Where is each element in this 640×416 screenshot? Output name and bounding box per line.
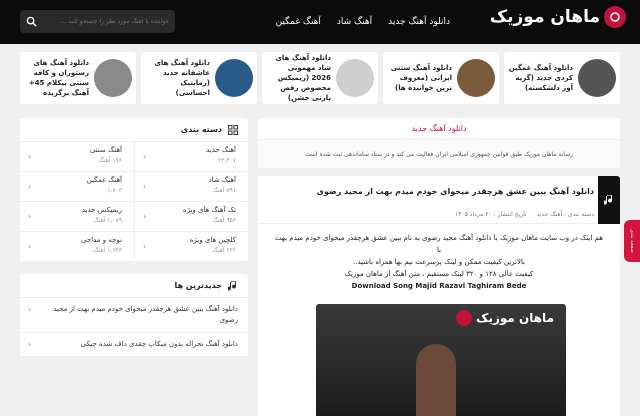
chevron-left-icon: ‹ [143, 212, 147, 221]
chevron-left-icon: ‹ [28, 242, 32, 251]
section-title: دانلود آهنگ جدید [258, 118, 620, 140]
singer-figure [416, 344, 456, 416]
featured-card[interactable]: دانلود آهنگ غمگین کردی جدید (گریه آور دل… [504, 52, 620, 104]
featured-thumb [578, 59, 616, 97]
category-count: ۸۹۱ آهنگ [212, 187, 236, 194]
chevron-left-icon: ‹ [28, 182, 32, 191]
category-name: ریمیکس جدید [81, 206, 122, 214]
search-box [20, 10, 175, 33]
chevron-left-icon: ‹ [28, 212, 32, 221]
featured-thumb [215, 59, 253, 97]
category-count: ۱,۰۸۹ آهنگ [93, 217, 122, 224]
category-count: ۲۳۶ آهنگ [212, 247, 236, 254]
categories-header: دسته بندی [20, 118, 248, 142]
category-count: ۱۷۶ آهنگ [98, 157, 122, 164]
main-nav: دانلود آهنگ جدید آهنگ شاد آهنگ غمگین [276, 0, 450, 44]
music-note-icon [228, 280, 237, 291]
category-item[interactable]: آهنگ سنتی ۱۷۶ آهنگ ‹ [20, 142, 134, 172]
featured-card[interactable]: دانلود آهنگ های شاد مهمونی 2026 (ریمیکس … [262, 52, 378, 104]
post-body: هم اینک در وب سایت ماهان موزیک با دانلود… [258, 224, 620, 292]
search-button[interactable] [20, 10, 42, 33]
category-count: ۱,۶۴۳ آهنگ [93, 247, 122, 254]
category-item[interactable]: کلچین های ویژه ۲۳۶ آهنگ ‹ [134, 232, 248, 262]
categories-grid: آهنگ جدید ۲۳,۲۰۷ ‹ آهنگ سنتی ۱۷۶ آهنگ ‹ آهنگ… [20, 142, 248, 262]
search-input[interactable] [42, 10, 175, 33]
featured-strip: دانلود آهنگ غمگین کردی جدید (گریه آور دل… [20, 52, 620, 104]
logo-mark-icon [604, 6, 626, 28]
category-name: تک آهنگ های ویژه [182, 206, 236, 214]
category-item[interactable]: تک آهنگ های ویژه ۹۵۶ آهنگ ‹ [134, 202, 248, 232]
grid-icon [228, 124, 238, 135]
category-name: کلچین های ویژه [189, 236, 236, 244]
logo-text: ماهان موزیک [489, 7, 600, 27]
featured-title: دانلود آهنگ غمگین کردی جدید (گریه آور دل… [508, 64, 573, 92]
latest-item[interactable]: دانلود آهنگ تجراله بدون میکاپ چقدی داف ش… [20, 333, 248, 357]
category-item[interactable]: آهنگ شاد ۸۹۱ آهنگ ‹ [134, 172, 248, 202]
latest-item-title: دانلود آهنگ ببین عشق هرچقدر میخوای خودم … [53, 305, 238, 324]
post-line: بالاترین کیفیت ممکن و لینک پرسرعت نیم به… [352, 258, 526, 266]
post-card: دانلود آهنگ ببین عشق هرچقدر میخوای خودم … [258, 176, 620, 416]
featured-card[interactable]: دانلود آهنگ های رستوران و کافه سنتی بیکل… [20, 52, 136, 104]
latest-item-title: دانلود آهنگ تجراله بدون میکاپ چقدی داف ش… [80, 340, 238, 348]
category-name: نوحه و مداحی [80, 236, 122, 244]
main-column: دانلود آهنگ جدید رسانه ماهان موزیک طبق ق… [258, 118, 620, 416]
latest-item[interactable]: دانلود آهنگ ببین عشق هرچقدر میخوای خودم … [20, 298, 248, 333]
featured-thumb [336, 59, 374, 97]
category-count: ۲۳,۲۰۷ [217, 157, 236, 164]
category-name: آهنگ جدید [206, 146, 236, 154]
nav-new-songs[interactable]: دانلود آهنگ جدید [388, 17, 450, 27]
category-name: آهنگ شاد [208, 176, 236, 184]
pagination-tab[interactable]: صفحه بندی [624, 220, 640, 262]
featured-thumb [457, 59, 495, 97]
category-name: آهنگ غمگین [86, 176, 122, 184]
featured-thumb [94, 59, 132, 97]
site-logo[interactable]: ماهان موزیک [490, 6, 626, 28]
category-count: ۹۵۶ آهنگ [212, 217, 236, 224]
featured-card[interactable]: دانلود آهنگ های عاشقانه جدید (رمانتیک اح… [141, 52, 257, 104]
post-cover-image[interactable]: ماهان موزیک [316, 304, 566, 416]
featured-card[interactable]: دانلود آهنگ سنتی ایرانی (معروف ترین خوان… [383, 52, 499, 104]
latest-box: جدیدترین ها دانلود آهنگ ببین عشق هرچقدر … [20, 274, 248, 357]
chevron-left-icon: ‹ [143, 242, 147, 251]
chevron-left-icon: ‹ [28, 152, 32, 161]
nav-sad-songs[interactable]: آهنگ غمگین [276, 17, 321, 27]
post-category[interactable]: دسته بندی : آهنگ جدید [537, 211, 594, 218]
post-meta: دسته بندی : آهنگ جدید تاریخ انتشار : ۳۰ … [258, 206, 620, 224]
legal-notice: رسانه ماهان موزیک طبق قوانین جمهوری اسلا… [258, 140, 620, 168]
search-icon [26, 16, 37, 27]
category-item[interactable]: نوحه و مداحی ۱,۶۴۳ آهنگ ‹ [20, 232, 134, 262]
categories-title: دسته بندی [180, 125, 222, 134]
chevron-left-icon: ‹ [143, 152, 147, 161]
post-line: کیفیت عالی ۱۲۸ و ۳۲۰ لینک مستقیم ، متن آ… [344, 270, 534, 278]
post-date: تاریخ انتشار : ۳۰ مرداد ۱۴۰۵ [454, 211, 527, 218]
nav-happy-songs[interactable]: آهنگ شاد [337, 17, 372, 27]
cover-watermark: ماهان موزیک [456, 310, 554, 326]
category-item[interactable]: ریمیکس جدید ۱,۰۸۹ آهنگ ‹ [20, 202, 134, 232]
post-title[interactable]: دانلود آهنگ ببین عشق هرچقدر میخوای خودم … [258, 176, 620, 206]
latest-header: جدیدترین ها [20, 274, 248, 298]
category-name: آهنگ سنتی [89, 146, 122, 154]
category-item[interactable]: آهنگ غمگین ۱,۸۰۳ ‹ [20, 172, 134, 202]
featured-title: دانلود آهنگ های رستوران و کافه سنتی بیکل… [28, 59, 89, 97]
post-line: هم اینک در وب سایت ماهان موزیک با دانلود… [275, 234, 603, 254]
sidebar: دسته بندی آهنگ جدید ۲۳,۲۰۷ ‹ آهنگ سنتی ۱۷۶ … [20, 118, 248, 357]
new-songs-box: دانلود آهنگ جدید رسانه ماهان موزیک طبق ق… [258, 118, 620, 168]
logo-mark-icon [456, 310, 473, 326]
chevron-left-icon: ‹ [28, 340, 32, 349]
featured-title: دانلود آهنگ های عاشقانه جدید (رمانتیک اح… [154, 59, 210, 97]
chevron-left-icon: ‹ [28, 305, 32, 314]
featured-title: دانلود آهنگ سنتی ایرانی (معروف ترین خوان… [390, 64, 452, 92]
top-bar: ماهان موزیک دانلود آهنگ جدید آهنگ شاد آه… [0, 0, 640, 44]
chevron-left-icon: ‹ [143, 182, 147, 191]
post-english-title: Download Song Majid Razavi Taghiram Bede [351, 282, 527, 290]
categories-box: دسته بندی آهنگ جدید ۲۳,۲۰۷ ‹ آهنگ سنتی ۱۷۶ … [20, 118, 248, 262]
category-item[interactable]: آهنگ جدید ۲۳,۲۰۷ ‹ [134, 142, 248, 172]
latest-title: جدیدترین ها [174, 281, 222, 290]
featured-title: دانلود آهنگ های شاد مهمونی 2026 (ریمیکس … [275, 54, 331, 102]
category-count: ۱,۸۰۳ [107, 187, 122, 194]
watermark-text: ماهان موزیک [476, 311, 554, 325]
